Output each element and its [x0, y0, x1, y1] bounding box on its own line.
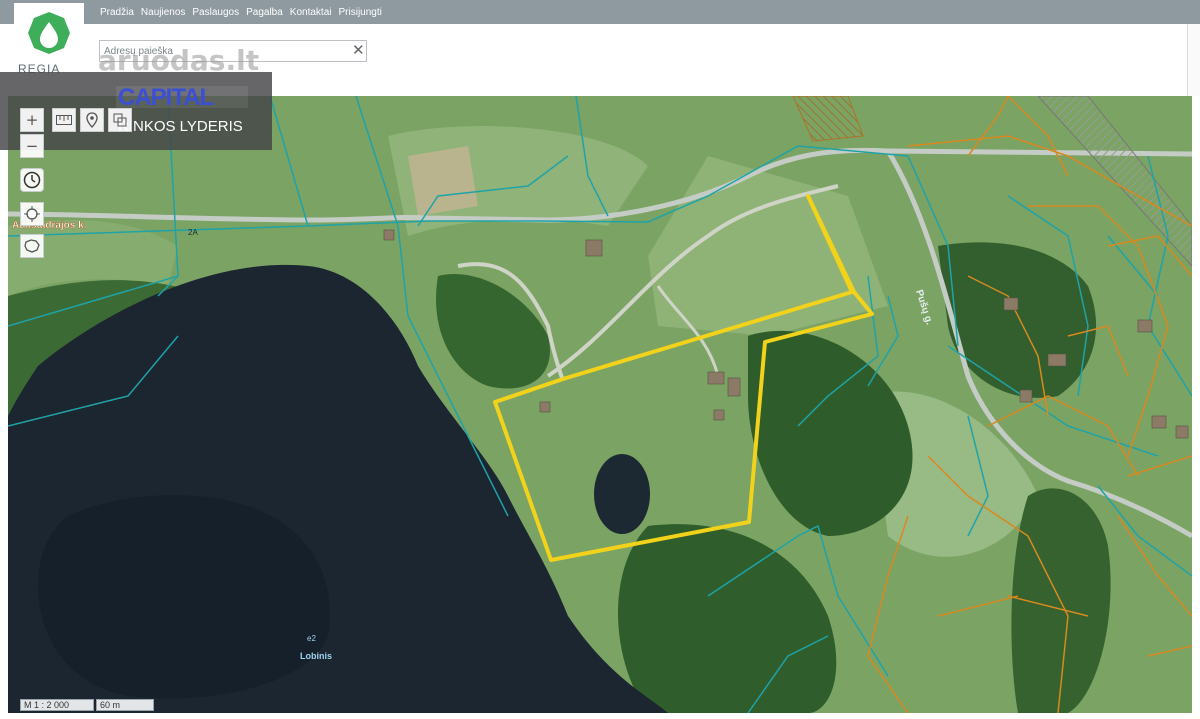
nav-contacts[interactable]: Kontaktai [290, 7, 332, 18]
close-icon[interactable]: ✕ [352, 41, 365, 59]
main-nav: Pradžia Naujienos Paslaugos Pagalba Kont… [100, 0, 382, 24]
scale-ratio: M 1 : 2 000 [20, 699, 94, 711]
pin-icon[interactable] [80, 108, 104, 132]
zoom-in-button[interactable]: + [20, 108, 44, 132]
crosshair-icon[interactable] [20, 202, 44, 226]
logo-drop-icon [28, 12, 70, 54]
ad-brand: CAPITAL [118, 84, 214, 111]
nav-home[interactable]: Pradžia [100, 7, 134, 18]
address-search-input[interactable] [99, 40, 367, 62]
bottom-strip [0, 713, 1200, 719]
aerial-map[interactable]: Aukštadrajos k. 2A Pušų g. e2 Lobinis [8, 96, 1192, 713]
road-code-label: 2A [188, 228, 198, 237]
nav-news[interactable]: Naujienos [141, 7, 185, 18]
lake-code-label: e2 [307, 634, 316, 643]
ad-slogan: RINKOS LYDERIS [118, 118, 243, 135]
nav-login[interactable]: Prisijungti [339, 7, 382, 18]
header-right-edge [1187, 24, 1200, 96]
lake-name-label: Lobinis [300, 651, 332, 661]
lithuania-map-icon[interactable] [20, 234, 44, 258]
clock-icon[interactable] [20, 168, 44, 192]
nav-services[interactable]: Paslaugos [192, 7, 239, 18]
top-navigation-bar: Pradžia Naujienos Paslaugos Pagalba Kont… [0, 0, 1200, 24]
layers-icon[interactable] [108, 108, 132, 132]
scale-bar: 60 m [96, 699, 154, 711]
ruler-icon[interactable] [52, 108, 76, 132]
zoom-out-button[interactable]: − [20, 134, 44, 158]
pond [594, 454, 650, 534]
nav-help[interactable]: Pagalba [246, 7, 283, 18]
